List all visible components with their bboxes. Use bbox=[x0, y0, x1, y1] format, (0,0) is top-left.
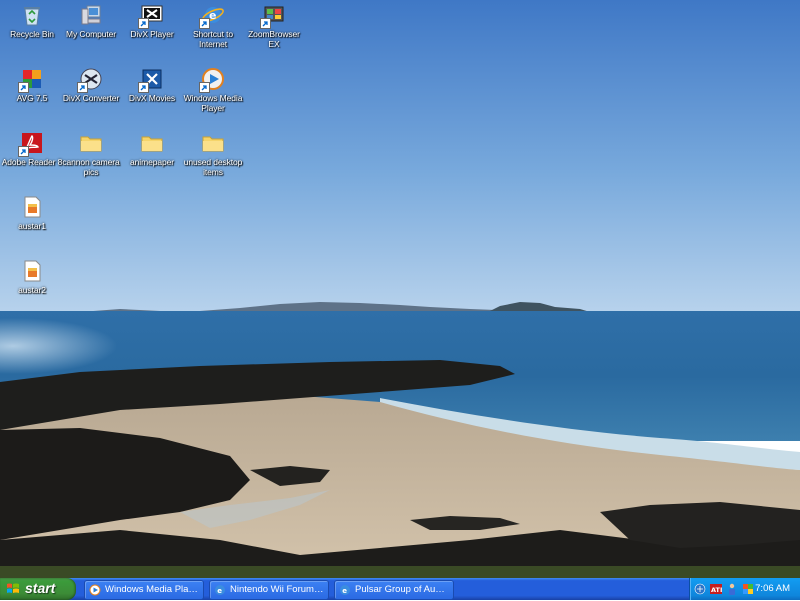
internet-explorer-icon: e bbox=[339, 584, 351, 596]
cannon-camera-pics-folder[interactable]: cannon camera pics bbox=[59, 130, 123, 177]
animepaper-folder[interactable]: animepaper bbox=[120, 130, 184, 167]
internet-explorer-icon: e bbox=[214, 584, 226, 596]
avg-icon bbox=[18, 67, 44, 93]
austar2-file[interactable]: austar2 bbox=[0, 258, 64, 295]
system-tray: ATI 7:06 AM bbox=[689, 578, 800, 600]
divx-movies-shortcut[interactable]: DivX Movies bbox=[120, 66, 184, 103]
security-center-icon[interactable] bbox=[742, 583, 754, 595]
desktop: Recycle Bin My Computer DivX Player e Sh… bbox=[0, 0, 800, 578]
svg-text:e: e bbox=[342, 587, 347, 595]
divx-player-label: DivX Player bbox=[130, 29, 174, 39]
divx-player-shortcut[interactable]: DivX Player bbox=[120, 2, 184, 39]
svg-text:ATI: ATI bbox=[711, 586, 722, 594]
my-computer-shortcut[interactable]: My Computer bbox=[59, 2, 123, 39]
avg-shortcut[interactable]: AVG 7.5 bbox=[0, 66, 64, 103]
adobe-reader-shortcut[interactable]: Adobe Reader 8 bbox=[0, 130, 64, 167]
folder-icon bbox=[201, 131, 225, 155]
windows-media-player-icon bbox=[199, 67, 225, 93]
start-button[interactable]: start bbox=[0, 578, 76, 600]
user-icon[interactable] bbox=[726, 583, 738, 595]
task-label: Pulsar Group of Austr... bbox=[355, 584, 449, 595]
folder-icon bbox=[79, 131, 103, 155]
recycle-bin-icon bbox=[20, 3, 44, 27]
network-icon[interactable] bbox=[694, 583, 706, 595]
internet-explorer-icon: e bbox=[199, 3, 225, 29]
internet-shortcut[interactable]: e Shortcut to Internet bbox=[181, 2, 245, 49]
austar1-file[interactable]: austar1 bbox=[0, 194, 64, 231]
divx-converter-shortcut[interactable]: DivX Converter bbox=[59, 66, 123, 103]
task-pulsar-group[interactable]: e Pulsar Group of Austr... bbox=[334, 580, 454, 600]
task-label: Windows Media Player bbox=[105, 584, 199, 595]
windows-media-player-shortcut[interactable]: Windows Media Player bbox=[181, 66, 245, 113]
image-file-icon bbox=[20, 259, 44, 283]
adobe-reader-icon bbox=[18, 131, 44, 157]
taskbar: start Windows Media Player e Nintendo Wi… bbox=[0, 578, 800, 600]
recycle-bin-shortcut[interactable]: Recycle Bin bbox=[0, 2, 64, 39]
windows-logo-icon bbox=[6, 582, 20, 596]
svg-text:e: e bbox=[209, 9, 216, 22]
windows-media-player-icon bbox=[89, 584, 101, 596]
unused-desktop-items-label: unused desktop items bbox=[183, 157, 243, 177]
clock[interactable]: 7:06 AM bbox=[755, 578, 790, 600]
divx-converter-icon bbox=[77, 67, 103, 93]
task-nintendo-wii-forum[interactable]: e Nintendo Wii Forum - ... bbox=[209, 580, 329, 600]
adobe-reader-label: Adobe Reader 8 bbox=[1, 157, 63, 167]
austar2-label: austar2 bbox=[18, 285, 46, 295]
unused-desktop-items-folder[interactable]: unused desktop items bbox=[181, 130, 245, 177]
ati-icon[interactable]: ATI bbox=[710, 583, 722, 595]
austar1-label: austar1 bbox=[18, 221, 46, 231]
windows-media-player-label: Windows Media Player bbox=[183, 93, 243, 113]
divx-player-icon bbox=[138, 3, 164, 29]
my-computer-icon bbox=[79, 3, 103, 27]
my-computer-label: My Computer bbox=[66, 29, 116, 39]
svg-text:e: e bbox=[217, 587, 222, 595]
image-file-icon bbox=[20, 195, 44, 219]
cannon-camera-pics-label: cannon camera pics bbox=[62, 157, 120, 177]
zoombrowser-shortcut[interactable]: ZoomBrowser EX bbox=[242, 2, 306, 49]
recycle-bin-label: Recycle Bin bbox=[10, 29, 54, 39]
task-label: Nintendo Wii Forum - ... bbox=[230, 584, 324, 595]
zoombrowser-icon bbox=[260, 3, 286, 29]
start-label: start bbox=[25, 580, 56, 596]
divx-movies-label: DivX Movies bbox=[128, 93, 176, 103]
animepaper-label: animepaper bbox=[130, 157, 174, 167]
zoombrowser-label: ZoomBrowser EX bbox=[248, 29, 300, 49]
avg-label: AVG 7.5 bbox=[16, 93, 48, 103]
divx-converter-label: DivX Converter bbox=[62, 93, 120, 103]
task-windows-media-player[interactable]: Windows Media Player bbox=[84, 580, 204, 600]
divx-movies-icon bbox=[138, 67, 164, 93]
internet-shortcut-label: Shortcut to Internet bbox=[192, 29, 233, 49]
folder-icon bbox=[140, 131, 164, 155]
